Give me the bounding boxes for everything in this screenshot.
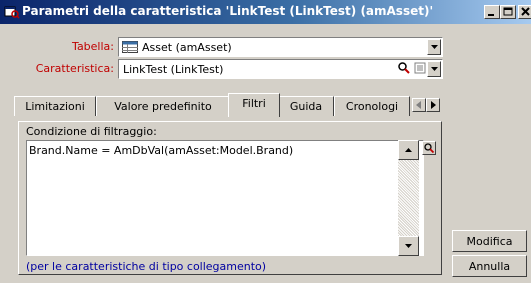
table-value: Asset (amAsset)	[142, 41, 232, 54]
dialog-window: Parametri della caratteristica 'LinkTest…	[0, 0, 531, 283]
filter-condition-text: Brand.Name = AmDbVal(amAsset:Model.Brand…	[29, 144, 294, 157]
filter-vertical-scrollbar[interactable]	[398, 140, 419, 256]
table-icon	[122, 41, 138, 56]
tab-label: Valore predefinito	[114, 100, 212, 113]
feature-label: Caratteristica:	[35, 62, 114, 75]
feature-value: LinkTest (LinkTest)	[123, 63, 224, 76]
filter-condition-editor[interactable]: Brand.Name = AmDbVal(amAsset:Model.Brand…	[26, 140, 424, 256]
minimize-button[interactable]	[484, 5, 500, 19]
tab-valore-predefinito[interactable]: Valore predefinito	[96, 96, 230, 116]
feature-list-button[interactable]	[413, 61, 427, 75]
tab-label: Limitazioni	[25, 100, 85, 113]
filter-label: Condizione di filtraggio:	[26, 125, 157, 138]
tab-limitazioni[interactable]: Limitazioni	[14, 96, 96, 116]
feature-dropdown-button[interactable]	[427, 61, 441, 77]
modify-button-label: Modifica	[466, 235, 513, 248]
scroll-up-button[interactable]	[398, 140, 419, 160]
feature-search-button[interactable]	[397, 61, 411, 75]
window-app-icon	[4, 4, 20, 20]
tab-cronologia[interactable]: Cronologi	[334, 96, 410, 116]
tab-label: Filtri	[242, 97, 266, 110]
scroll-down-icon	[405, 244, 412, 248]
table-dropdown-button[interactable]	[427, 39, 441, 55]
close-icon	[521, 7, 530, 16]
maximize-button[interactable]	[500, 5, 516, 19]
modify-button[interactable]: Modifica	[452, 230, 527, 252]
list-icon	[414, 62, 426, 74]
maximize-icon	[503, 7, 513, 16]
tab-filtri[interactable]: Filtri	[228, 93, 280, 117]
dropdown-arrow-icon	[431, 45, 438, 49]
table-label: Tabella:	[72, 40, 114, 53]
window-title: Parametri della caratteristica 'LinkTest…	[22, 4, 434, 18]
title-bar: Parametri della caratteristica 'LinkTest…	[0, 0, 531, 24]
table-combo[interactable]: Asset (amAsset)	[118, 37, 443, 57]
filter-note: (per le caratteristiche di tipo collegam…	[26, 260, 267, 273]
tab-scroll-right-icon	[431, 101, 436, 109]
cancel-button-label: Annulla	[468, 260, 511, 273]
tab-guida[interactable]: Guida	[278, 96, 334, 116]
minimize-icon	[488, 14, 494, 16]
tab-scroll-left-icon	[416, 101, 421, 109]
magnifier-icon	[424, 143, 435, 154]
tab-scroll-right-button[interactable]	[426, 98, 440, 112]
dropdown-arrow-icon	[431, 67, 438, 71]
tab-label: Cronologi	[345, 100, 399, 113]
tab-label: Guida	[289, 100, 323, 113]
scroll-down-button[interactable]	[398, 236, 419, 256]
cancel-button[interactable]: Annulla	[452, 255, 527, 277]
tab-strip: Limitazioni Valore predefinito Filtri Gu…	[12, 92, 442, 122]
feature-combo[interactable]: LinkTest (LinkTest)	[118, 59, 443, 79]
close-button[interactable]	[518, 5, 531, 19]
filter-search-button[interactable]	[422, 141, 436, 155]
magnifier-icon	[398, 62, 410, 74]
tab-scroll-left-button[interactable]	[412, 98, 426, 112]
scroll-up-icon	[405, 148, 412, 152]
